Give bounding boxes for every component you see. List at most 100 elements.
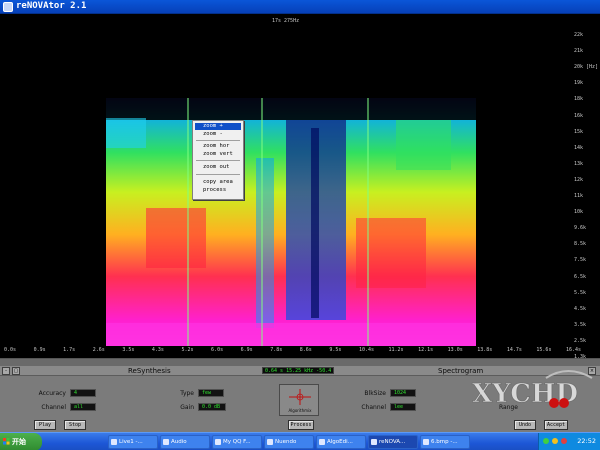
time-tick-label: 0.9s bbox=[33, 347, 46, 353]
clock: 22:52 bbox=[577, 437, 596, 445]
accuracy-field[interactable]: 4 bbox=[70, 389, 96, 397]
tray-volume-icon[interactable] bbox=[552, 438, 558, 444]
menu-item-zoom-in[interactable]: zoom + bbox=[195, 123, 241, 130]
spec-channel-label: Channel bbox=[361, 404, 386, 411]
time-tick-label: 10.4s bbox=[358, 347, 374, 353]
menu-item-zoom-hor[interactable]: zoom hor bbox=[195, 143, 241, 150]
window-title: reNOVAtor 2.1 bbox=[16, 1, 87, 11]
panel-max-button[interactable]: ▢ bbox=[12, 367, 20, 375]
freq-tick-label: 22k bbox=[574, 32, 584, 38]
time-tick-label: 6.9s bbox=[240, 347, 253, 353]
start-button[interactable]: 开始 bbox=[0, 433, 42, 450]
task-label: My QQ F... bbox=[223, 439, 251, 445]
freq-tick-label: 12k bbox=[574, 176, 584, 183]
task-app-icon bbox=[111, 439, 117, 445]
freq-tick-label: 7.5k bbox=[574, 257, 587, 264]
taskbar-item[interactable]: Nuendo bbox=[264, 435, 314, 449]
spec-channel-field[interactable]: lee bbox=[390, 403, 416, 411]
tray-app-icon[interactable] bbox=[561, 438, 567, 444]
taskbar-item[interactable]: 6.bmp -... bbox=[420, 435, 470, 449]
context-menu: zoom + zoom - zoom hor zoom vert zoom ou… bbox=[192, 120, 244, 200]
task-app-icon bbox=[163, 439, 169, 445]
taskbar: 开始 Live1 -... Audio My QQ F... Nuendo AlgoEd… bbox=[0, 432, 600, 450]
menu-item-zoom-vert[interactable]: zoom vert bbox=[195, 151, 241, 158]
taskbar-item[interactable]: Live1 -... bbox=[108, 435, 158, 449]
time-tick-label: 16.4s bbox=[566, 347, 582, 353]
time-tick-label: 13.8s bbox=[477, 347, 493, 353]
time-tick-label: 4.3s bbox=[151, 347, 164, 353]
menu-separator bbox=[196, 140, 240, 141]
gain-field[interactable]: 0.0 dB bbox=[198, 403, 226, 411]
menu-separator bbox=[196, 174, 240, 175]
title-bar[interactable]: reNOVAtor 2.1 bbox=[0, 0, 600, 14]
freq-tick-label: 20k [Hz] bbox=[574, 64, 599, 71]
accuracy-label: Accuracy bbox=[38, 390, 66, 397]
time-tick-label: 1.7s bbox=[63, 347, 76, 353]
task-label: 6.bmp -... bbox=[431, 439, 458, 445]
accept-button[interactable]: Accept bbox=[544, 420, 568, 430]
time-tick-label: 3.5s bbox=[122, 347, 135, 353]
time-tick-label: 12.1s bbox=[418, 347, 434, 353]
logo-text: Algorithmix bbox=[288, 408, 312, 413]
panel-min-button[interactable]: - bbox=[2, 367, 10, 375]
freq-tick-label: 13k bbox=[574, 160, 584, 167]
freq-tick-label: 9.6k bbox=[574, 225, 587, 232]
freq-tick-label: 10k bbox=[574, 209, 584, 216]
freq-tick-label: 11k bbox=[574, 193, 584, 199]
menu-item-zoom-out[interactable]: zoom out bbox=[195, 164, 241, 171]
frequency-axis: 22k 21k 20k [Hz] 19k 18k 16k 15k 14k 13k 12k 11k 10… bbox=[572, 28, 600, 360]
logo-mark-icon bbox=[289, 389, 311, 405]
type-field[interactable]: few bbox=[198, 389, 224, 397]
menu-item-process[interactable]: process bbox=[195, 187, 241, 194]
task-app-icon bbox=[215, 439, 221, 445]
menu-item-copy-area[interactable]: copy area bbox=[195, 179, 241, 186]
freq-tick-label: 6.5k bbox=[574, 273, 587, 280]
time-tick-label: 0.0s bbox=[4, 347, 17, 353]
task-app-icon bbox=[371, 439, 377, 445]
algorithmix-logo: Algorithmix bbox=[279, 384, 319, 416]
spectrogram-image[interactable] bbox=[106, 98, 476, 346]
spectrogram-canvas bbox=[106, 98, 476, 346]
spectrogram-display[interactable]: 17s 275Hz 22k 21k 20k [Hz] 19k 18k 16k 1… bbox=[0, 14, 600, 360]
task-app-icon bbox=[423, 439, 429, 445]
tray-network-icon[interactable] bbox=[543, 438, 549, 444]
freq-tick-label: 2.5k bbox=[574, 337, 587, 344]
freq-tick-label: 3.5k bbox=[574, 321, 587, 328]
freq-tick-label: 18k bbox=[574, 96, 584, 103]
windows-flag-icon bbox=[3, 438, 10, 445]
undo-button[interactable]: Undo bbox=[514, 420, 536, 430]
time-tick-label: 5.2s bbox=[181, 347, 194, 353]
taskbar-item[interactable]: Audio bbox=[160, 435, 210, 449]
time-axis: 0.0s 0.9s 1.7s 2.6s 3.5s 4.3s 5.2s 6.0s 6.9s 7.8s… bbox=[0, 346, 600, 356]
taskbar-item[interactable]: reNOVA... bbox=[368, 435, 418, 449]
channel-label: Channel bbox=[41, 404, 66, 411]
time-tick-label: 14.7s bbox=[506, 347, 522, 353]
freq-tick-label: 8.5k bbox=[574, 241, 587, 248]
app-icon bbox=[3, 2, 13, 12]
freq-tick-label: 15k bbox=[574, 128, 584, 135]
freq-tick-label: 16k bbox=[574, 112, 584, 119]
menu-item-zoom-out-step[interactable]: zoom - bbox=[195, 131, 241, 138]
system-tray: 22:52 bbox=[538, 433, 600, 450]
channel-field[interactable]: all bbox=[70, 403, 96, 411]
freq-tick-label: 14k bbox=[574, 144, 584, 151]
time-tick-label: 2.6s bbox=[92, 347, 105, 353]
time-tick-label: 11.2s bbox=[388, 347, 404, 353]
type-label: Type bbox=[180, 390, 194, 397]
taskbar-item[interactable]: AlgoEdi... bbox=[316, 435, 366, 449]
time-tick-label: 9.5s bbox=[329, 347, 342, 353]
resynthesis-heading: ReSynthesis bbox=[128, 367, 171, 375]
cursor-readout: 17s 275Hz bbox=[272, 18, 300, 24]
task-label: reNOVA... bbox=[379, 439, 406, 445]
time-tick-label: 6.0s bbox=[211, 347, 224, 353]
time-tick-label: 8.6s bbox=[299, 347, 312, 353]
gain-label: Gain bbox=[180, 404, 194, 411]
blksize-field[interactable]: 1024 bbox=[390, 389, 416, 397]
freq-tick-label: 4.5k bbox=[574, 305, 587, 312]
freq-tick-label: 21k bbox=[574, 48, 584, 55]
play-button[interactable]: Play bbox=[34, 420, 56, 430]
taskbar-item[interactable]: My QQ F... bbox=[212, 435, 262, 449]
stop-button[interactable]: Stop bbox=[64, 420, 86, 430]
start-label: 开始 bbox=[12, 438, 26, 446]
process-button[interactable]: Process bbox=[288, 420, 314, 430]
